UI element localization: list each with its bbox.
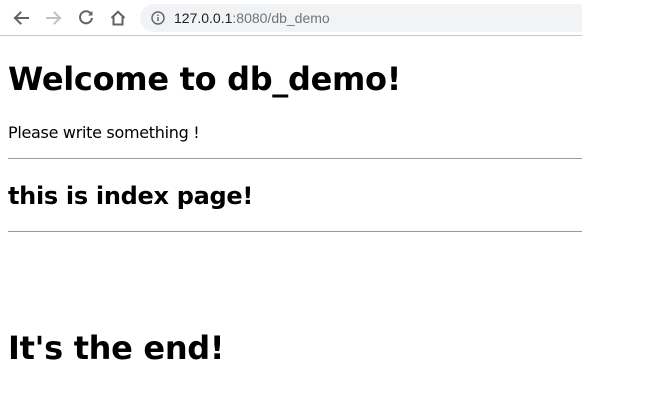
url-text[interactable]: 127.0.0.1:8080/db_demo [174, 10, 330, 26]
intro-text: Please write something ! [8, 123, 200, 142]
arrow-right-icon [46, 11, 62, 25]
home-icon [110, 10, 126, 26]
home-button[interactable] [107, 7, 129, 29]
reload-icon [79, 10, 93, 25]
address-bar[interactable]: 127.0.0.1:8080/db_demo [140, 4, 582, 32]
divider [8, 158, 582, 159]
end-heading: It's the end! [8, 329, 225, 367]
welcome-heading: Welcome to db_demo! [8, 60, 402, 98]
back-button[interactable] [10, 7, 32, 29]
arrow-left-icon [13, 11, 29, 25]
divider [8, 231, 582, 232]
info-icon[interactable] [151, 11, 165, 25]
index-heading: this is index page! [8, 182, 253, 210]
forward-button[interactable] [43, 7, 65, 29]
url-path: :8080/db_demo [232, 10, 330, 26]
reload-button[interactable] [75, 7, 97, 29]
browser-toolbar: 127.0.0.1:8080/db_demo [0, 0, 582, 36]
url-host: 127.0.0.1 [174, 10, 233, 26]
